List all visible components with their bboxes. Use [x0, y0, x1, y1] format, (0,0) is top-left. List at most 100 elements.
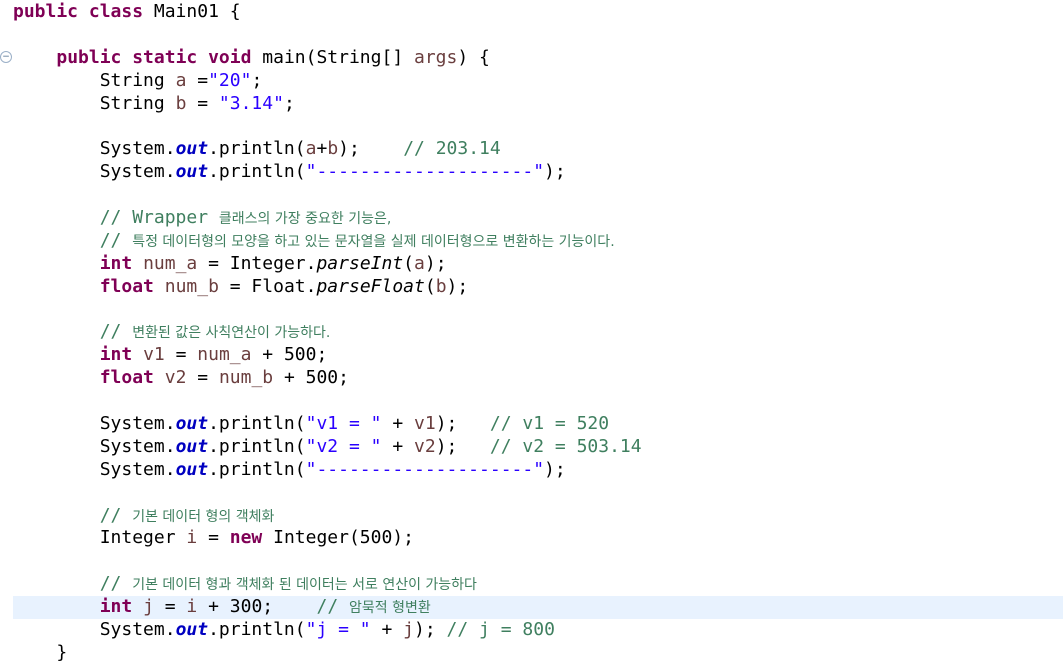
- code-token: (: [424, 275, 436, 297]
- code-editor[interactable]: − public class Main01 { public static vo…: [0, 0, 1063, 667]
- code-token: +: [381, 435, 414, 457]
- comment-token: 변환된 값은 사칙연산이 가능하다.: [132, 325, 331, 342]
- code-token: Integer(500);: [262, 527, 414, 549]
- code-token: .println(: [208, 619, 306, 641]
- variable-token: num_b: [218, 367, 274, 389]
- code-line[interactable]: System.out.println("--------------------…: [13, 161, 1063, 184]
- code-token: .println(: [208, 138, 306, 160]
- code-line[interactable]: }: [13, 642, 1063, 665]
- string-token: "3.14": [218, 92, 284, 114]
- comment-token: // Wrapper: [99, 207, 219, 229]
- code-line[interactable]: [13, 550, 1063, 573]
- code-token: );: [544, 458, 566, 480]
- keyword-token: float: [99, 367, 154, 389]
- code-line[interactable]: [13, 24, 1063, 47]
- code-token: =: [153, 596, 187, 618]
- collapse-icon[interactable]: −: [0, 51, 12, 63]
- code-line[interactable]: System.out.println("--------------------…: [13, 459, 1063, 482]
- code-line[interactable]: // 기본 데이터 형과 객체화 된 데이터는 서로 연산이 가능하다: [13, 573, 1063, 596]
- comment-token: // v2 = 503.14: [489, 435, 642, 457]
- variable-token: num_b: [164, 275, 219, 297]
- code-token: =: [186, 92, 219, 114]
- code-line[interactable]: // 특정 데이터형의 모양을 하고 있는 문자열을 실제 데이터형으로 변환하…: [13, 230, 1063, 253]
- variable-token: v1: [143, 344, 165, 366]
- code-lines[interactable]: public class Main01 { public static void…: [13, 1, 1063, 665]
- comment-token: //: [99, 504, 133, 526]
- code-token: ;: [251, 69, 263, 91]
- code-line[interactable]: [13, 482, 1063, 505]
- code-line[interactable]: [13, 390, 1063, 413]
- comment-token: // v1 = 520: [489, 413, 610, 435]
- keyword-token: new: [229, 527, 263, 549]
- code-token: );: [338, 138, 404, 160]
- comment-token: //: [99, 573, 133, 595]
- code-line[interactable]: [13, 115, 1063, 138]
- variable-token: a: [414, 252, 425, 274]
- comment-token: // 203.14: [403, 138, 501, 160]
- current-code-line[interactable]: int j = i + 300; // 암묵적 형변환: [13, 596, 1063, 620]
- variable-token: b: [435, 275, 447, 297]
- code-token: );: [446, 275, 469, 297]
- code-token: Main01 {: [143, 1, 241, 22]
- code-line[interactable]: Integer i = new Integer(500);: [13, 527, 1063, 550]
- code-line[interactable]: System.out.println(a+b); // 203.14: [13, 138, 1063, 161]
- comment-token: 기본 데이터 형과 객체화 된 데이터는 서로 연산이 가능하다: [132, 577, 477, 594]
- code-token: +: [316, 138, 328, 160]
- code-line[interactable]: System.out.println("v1 = " + v1); // v1 …: [13, 413, 1063, 436]
- code-line[interactable]: // 변환된 값은 사칙연산이 가능하다.: [13, 321, 1063, 344]
- code-line[interactable]: [13, 184, 1063, 207]
- code-line[interactable]: public class Main01 {: [13, 1, 1063, 24]
- code-line[interactable]: float v2 = num_b + 500;: [13, 367, 1063, 390]
- code-token: +: [370, 619, 404, 641]
- code-token: =: [186, 69, 209, 91]
- code-line[interactable]: System.out.println("j = " + j); // j = 8…: [13, 619, 1063, 642]
- variable-token: num_a: [143, 252, 198, 274]
- code-line[interactable]: float num_b = Float.parseFloat(b);: [13, 276, 1063, 299]
- comment-token: //: [99, 321, 133, 343]
- string-token: "--------------------": [305, 458, 545, 480]
- code-line[interactable]: [13, 299, 1063, 322]
- keyword-token: public class: [13, 1, 144, 22]
- code-token: ) {: [457, 46, 490, 68]
- code-token: );: [414, 619, 447, 641]
- code-line[interactable]: int num_a = Integer.parseInt(a);: [13, 253, 1063, 276]
- code-token: System.: [13, 458, 176, 480]
- code-line[interactable]: String b = "3.14";: [13, 93, 1063, 116]
- code-line[interactable]: // 기본 데이터 형의 객체화: [13, 505, 1063, 528]
- code-line[interactable]: int v1 = num_a + 500;: [13, 344, 1063, 367]
- code-token: System.: [13, 619, 176, 641]
- comment-token: // j = 800: [446, 619, 555, 641]
- keyword-token: float: [99, 275, 154, 297]
- variable-token: a: [175, 69, 187, 91]
- code-token: }: [13, 641, 68, 663]
- code-line[interactable]: public static void main(String[] args) {: [13, 47, 1063, 70]
- string-token: "--------------------": [305, 161, 545, 183]
- code-token: = Float.: [218, 275, 317, 297]
- code-token: (: [403, 252, 415, 274]
- code-token: = Integer.: [197, 252, 317, 274]
- code-token: + 300;: [197, 596, 317, 618]
- code-token: .println(: [208, 458, 306, 480]
- code-line[interactable]: System.out.println("v2 = " + v2); // v2 …: [13, 436, 1063, 459]
- code-line[interactable]: // Wrapper 클래스의 가장 중요한 기능은,: [13, 207, 1063, 230]
- field-token: out: [175, 458, 209, 480]
- variable-token: v2: [414, 435, 436, 457]
- method-token: parseFloat: [316, 275, 425, 297]
- code-line[interactable]: String a ="20";: [13, 70, 1063, 93]
- string-token: "v1 = ": [305, 413, 382, 435]
- code-token: System.: [13, 413, 176, 435]
- variable-token: j: [143, 596, 154, 618]
- code-token: =: [197, 527, 230, 549]
- code-token: +: [381, 413, 414, 435]
- method-token: parseInt: [316, 252, 404, 274]
